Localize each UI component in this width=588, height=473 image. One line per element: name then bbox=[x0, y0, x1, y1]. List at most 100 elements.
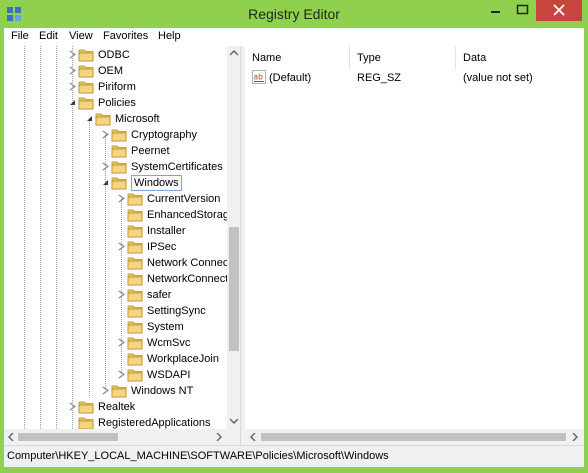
folder-icon bbox=[127, 353, 143, 366]
scrollbar-corner bbox=[227, 429, 240, 445]
value-row[interactable]: ab (Default) REG_SZ (value not set) bbox=[245, 70, 584, 86]
tree-vertical-scroll-thumb[interactable] bbox=[229, 227, 239, 351]
tree-item-label: RegisteredApplications bbox=[98, 417, 211, 429]
expand-chevron-icon[interactable] bbox=[117, 242, 126, 251]
folder-icon bbox=[78, 401, 94, 414]
folder-icon bbox=[127, 337, 143, 350]
expand-chevron-icon[interactable] bbox=[68, 66, 77, 75]
column-header-data[interactable]: Data bbox=[456, 46, 584, 70]
folder-icon bbox=[127, 369, 143, 382]
tree-item-label: safer bbox=[147, 289, 172, 301]
expand-chevron-icon[interactable] bbox=[68, 50, 77, 59]
folder-icon bbox=[127, 257, 143, 270]
menu-bar: File Edit View Favorites Help bbox=[4, 28, 584, 46]
tree-horizontal-scrollbar[interactable] bbox=[4, 429, 227, 445]
tree-item-label: OEM bbox=[98, 65, 124, 77]
tree-item-label: IPSec bbox=[147, 241, 177, 253]
menu-favorites[interactable]: Favorites bbox=[103, 30, 148, 42]
folder-icon bbox=[111, 145, 127, 158]
tree-connector-line bbox=[121, 198, 122, 374]
tree-horizontal-scroll-thumb[interactable] bbox=[18, 433, 118, 441]
tree-item-label: Peernet bbox=[131, 145, 170, 157]
registry-key-tree[interactable]: ODBC OEM Piriform Policies Microsoft Cryptogr… bbox=[4, 46, 241, 445]
tree-item-label: Policies bbox=[98, 97, 136, 109]
list-horizontal-scrollbar[interactable] bbox=[245, 429, 584, 445]
folder-icon bbox=[78, 417, 94, 430]
collapse-triangle-icon[interactable] bbox=[68, 98, 77, 107]
expand-chevron-icon[interactable] bbox=[117, 194, 126, 203]
folder-icon bbox=[127, 241, 143, 254]
tree-vertical-scrollbar[interactable] bbox=[227, 46, 240, 429]
close-button[interactable] bbox=[536, 0, 582, 21]
scroll-up-icon[interactable] bbox=[230, 50, 238, 56]
title-bar[interactable]: Registry Editor bbox=[0, 0, 588, 28]
collapse-triangle-icon[interactable] bbox=[101, 178, 110, 187]
folder-icon bbox=[111, 129, 127, 142]
collapse-triangle-icon[interactable] bbox=[85, 114, 94, 123]
expand-chevron-icon[interactable] bbox=[101, 162, 110, 171]
column-header-type[interactable]: Type bbox=[350, 46, 456, 70]
scroll-right-icon[interactable] bbox=[216, 433, 222, 441]
folder-icon bbox=[78, 49, 94, 62]
folder-icon bbox=[127, 225, 143, 238]
folder-icon bbox=[111, 161, 127, 174]
maximize-button[interactable] bbox=[509, 0, 536, 21]
expand-chevron-icon[interactable] bbox=[117, 290, 126, 299]
folder-icon bbox=[127, 289, 143, 302]
folder-icon bbox=[111, 385, 127, 398]
value-name: (Default) bbox=[269, 72, 312, 84]
expand-chevron-icon[interactable] bbox=[68, 402, 77, 411]
tree-item-label: SettingSync bbox=[147, 305, 206, 317]
scroll-left-icon[interactable] bbox=[250, 433, 256, 441]
menu-view[interactable]: View bbox=[69, 30, 93, 42]
list-horizontal-scroll-thumb[interactable] bbox=[261, 433, 566, 441]
tree-item-label: Piriform bbox=[98, 81, 136, 93]
tree-item-label: Windows bbox=[131, 175, 182, 191]
folder-icon bbox=[127, 321, 143, 334]
folder-icon bbox=[78, 97, 94, 110]
svg-text:ab: ab bbox=[254, 73, 264, 82]
expand-chevron-icon[interactable] bbox=[68, 82, 77, 91]
minimize-button[interactable] bbox=[482, 0, 509, 21]
tree-connector-line bbox=[56, 46, 57, 429]
scroll-right-icon[interactable] bbox=[572, 433, 578, 441]
status-bar: Computer\HKEY_LOCAL_MACHINE\SOFTWARE\Pol… bbox=[4, 445, 584, 467]
folder-icon bbox=[127, 273, 143, 286]
folder-icon bbox=[127, 305, 143, 318]
tree-item-label: Windows NT bbox=[131, 385, 194, 397]
expand-chevron-icon[interactable] bbox=[117, 338, 126, 347]
expand-chevron-icon[interactable] bbox=[117, 370, 126, 379]
folder-icon bbox=[111, 177, 127, 190]
folder-icon bbox=[95, 113, 111, 126]
expand-chevron-icon[interactable] bbox=[101, 130, 110, 139]
tree-connector-line bbox=[89, 118, 90, 398]
folder-icon bbox=[78, 65, 94, 78]
tree-connector-line bbox=[40, 46, 41, 429]
tree-item-label: System bbox=[147, 321, 184, 333]
registry-editor-window: Registry Editor File Edit View Favorites… bbox=[0, 0, 588, 473]
scroll-left-icon[interactable] bbox=[8, 433, 14, 441]
values-list[interactable]: Name Type Data ab (Default) REG_SZ (valu… bbox=[245, 46, 584, 445]
tree-item-label: Realtek bbox=[98, 401, 136, 413]
value-data: (value not set) bbox=[463, 72, 533, 84]
tree-item-label: WcmSvc bbox=[147, 337, 191, 349]
tree-item-label: Microsoft bbox=[115, 113, 160, 125]
menu-help[interactable]: Help bbox=[158, 30, 181, 42]
tree-item-label: SystemCertificates bbox=[131, 161, 223, 173]
expand-chevron-icon[interactable] bbox=[101, 386, 110, 395]
value-type: REG_SZ bbox=[357, 72, 402, 84]
string-value-icon: ab bbox=[252, 70, 266, 84]
tree-connector-line bbox=[105, 134, 106, 390]
column-header-name[interactable]: Name bbox=[245, 46, 350, 70]
tree-item-label: CurrentVersion bbox=[147, 193, 221, 205]
tree-connector-line bbox=[24, 46, 25, 429]
scroll-down-icon[interactable] bbox=[230, 418, 238, 424]
menu-edit[interactable]: Edit bbox=[39, 30, 58, 42]
key-path: Computer\HKEY_LOCAL_MACHINE\SOFTWARE\Pol… bbox=[7, 450, 389, 462]
tree-item-label: Cryptography bbox=[131, 129, 198, 141]
tree-item-label: ODBC bbox=[98, 49, 130, 61]
folder-icon bbox=[127, 209, 143, 222]
folder-icon bbox=[127, 193, 143, 206]
tree-item-label: Installer bbox=[147, 225, 186, 237]
menu-file[interactable]: File bbox=[11, 30, 29, 42]
